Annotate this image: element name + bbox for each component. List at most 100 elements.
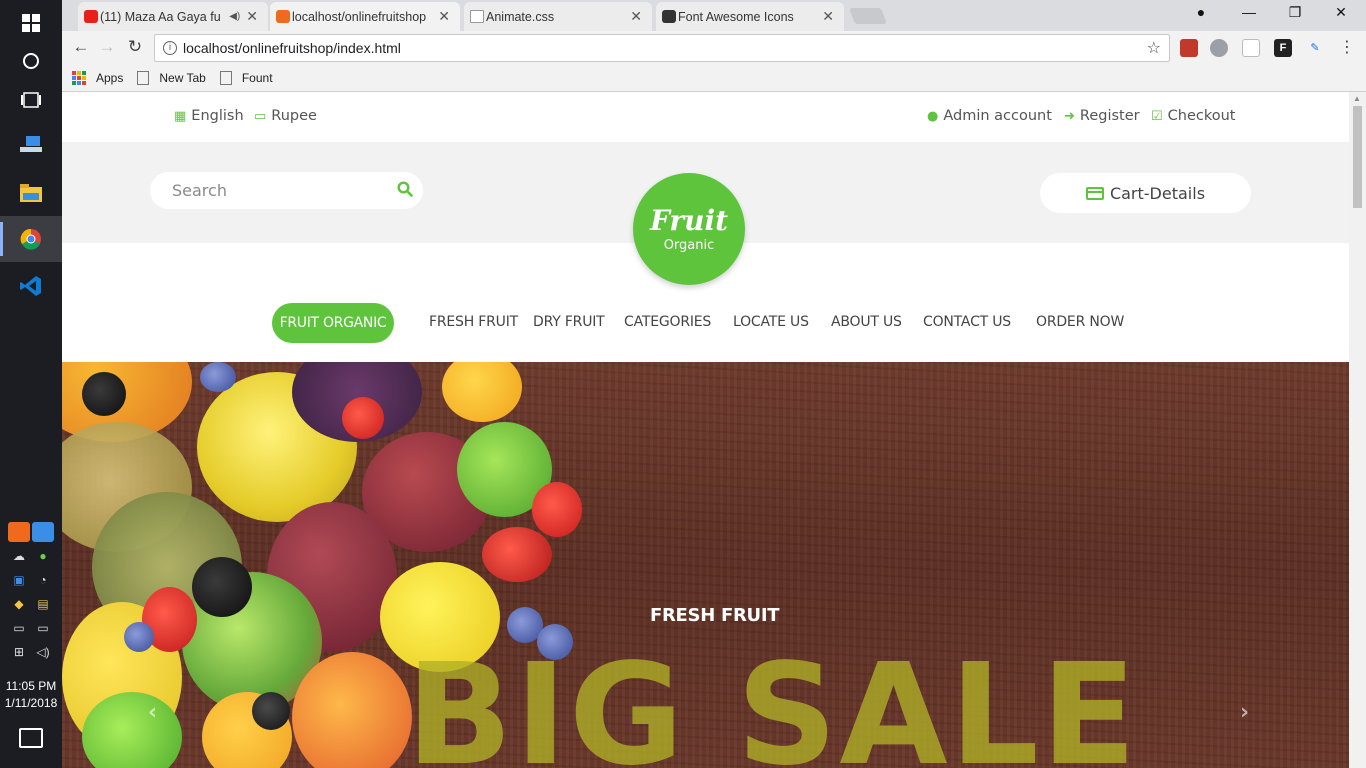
restore-button[interactable]: ❐ [1272,4,1318,21]
system-tray: ☁ ● ▣ ◔ ◆ ▤ ▭ ▭ ⊞ ◁) [8,522,56,662]
url-text: localhost/onlinefruitshop/index.html [183,40,401,56]
credit-card-icon [1085,186,1104,200]
bookmarks-bar: Apps New Tab Fount [62,64,1366,92]
folder-icon [20,184,42,202]
onedrive-icon[interactable]: ☁ [8,546,30,566]
language-icon: ▦ [174,108,187,124]
windows-taskbar: ☁ ● ▣ ◔ ◆ ▤ ▭ ▭ ⊞ ◁) 11:05 PM 1/11/2018 [0,0,62,768]
chrome-menu-icon[interactable]: ⋮ [1338,39,1356,57]
close-window-button[interactable]: ✕ [1318,4,1364,21]
address-bar[interactable]: i localhost/onlinefruitshop/index.html ☆ [154,34,1170,62]
app-tray-icon[interactable]: ● [32,546,54,566]
currency-label: Rupee [271,108,317,124]
webpage-content: ▦ English ▭ Rupee ● Admin account ➜ Regi… [62,92,1349,768]
close-tab-icon[interactable]: ✕ [624,8,642,25]
hero-title: BIG SALE [406,634,1139,768]
taskbar-app-chrome[interactable] [0,216,62,262]
back-button[interactable]: ← [70,37,92,57]
checkbox-icon: ☑ [1151,108,1163,124]
tools-tray-icon[interactable]: ▤ [32,594,54,614]
network-app-icon[interactable] [32,522,54,542]
bookmark-new-tab[interactable]: New Tab [137,70,206,85]
browser-tab-youtube[interactable]: (11) Maza Aa Gaya fu ◀) ✕ [78,2,268,31]
action-center-icon[interactable] [19,728,43,748]
tab-title: localhost/onlinefruitshop [292,9,427,24]
close-tab-icon[interactable]: ✕ [816,8,834,25]
site-info-icon[interactable]: i [163,41,177,55]
admin-account-link[interactable]: ● Admin account [927,108,1052,124]
tab-title: Animate.css [486,9,555,24]
forward-button[interactable]: → [96,37,118,57]
nav-item-dry-fruit[interactable]: DRY FRUIT [533,314,605,330]
monitor-tray-icon[interactable]: ▣ [8,570,30,590]
volume-icon[interactable]: ◁) [32,642,54,662]
bookmark-label: Apps [96,70,124,85]
bookmark-apps[interactable]: Apps [72,70,124,85]
profile-icon[interactable]: ● [1178,4,1224,20]
browser-tab-font-awesome[interactable]: Font Awesome Icons ✕ [656,2,844,31]
display-tray-icon[interactable]: ▭ [8,618,30,638]
battery-icon[interactable]: ▭ [32,618,54,638]
search-box [150,172,423,209]
currency-selector[interactable]: ▭ Rupee [254,108,317,124]
nav-item-fruit-organic[interactable]: FRUIT ORGANIC [272,303,394,343]
mouse-tray-icon[interactable]: ◔ [32,570,54,590]
close-tab-icon[interactable]: ✕ [240,8,258,25]
system-clock[interactable]: 11:05 PM 1/11/2018 [0,678,62,712]
tab-strip: (11) Maza Aa Gaya fu ◀) ✕ localhost/onli… [62,0,1366,31]
audio-playing-icon: ◀) [229,11,241,22]
site-logo[interactable]: Fruit Organic [633,173,745,285]
cart-details-button[interactable]: Cart-Details [1040,173,1251,213]
xampp-icon[interactable] [8,522,30,542]
logo-text-organic: Organic [663,237,715,253]
clock-date: 1/11/2018 [4,696,58,710]
admin-label: Admin account [943,108,1052,124]
search-icon[interactable] [397,181,413,197]
checkout-link[interactable]: ☑ Checkout [1151,108,1236,124]
bookmark-fount[interactable]: Fount [219,70,273,85]
apps-grid-icon [72,70,86,85]
scroll-up-arrow-icon[interactable]: ▲ [1353,94,1361,103]
clock-time: 11:05 PM [5,679,57,693]
money-icon: ▭ [254,108,267,124]
nav-item-order-now[interactable]: ORDER NOW [1036,314,1124,330]
nav-item-fresh-fruit[interactable]: FRESH FRUIT [429,314,518,330]
nav-item-categories[interactable]: CATEGORIES [624,314,711,330]
xampp-icon [276,10,290,23]
extension-fa-icon[interactable]: F [1274,39,1292,57]
nav-item-locate-us[interactable]: LOCATE US [733,314,809,330]
nav-item-about-us[interactable]: ABOUT US [831,314,902,330]
close-tab-icon[interactable]: ✕ [432,8,450,25]
language-selector[interactable]: ▦ English [174,108,244,124]
extension-react-icon[interactable] [1242,39,1260,57]
extension-stack-icon[interactable] [1210,39,1228,57]
register-link[interactable]: ➜ Register [1064,108,1140,124]
browser-tab-animate[interactable]: Animate.css ✕ [464,2,652,31]
chrome-icon [20,228,41,250]
task-view-button[interactable] [0,77,62,123]
site-top-bar: ▦ English ▭ Rupee ● Admin account ➜ Regi… [62,92,1349,142]
taskbar-app-vscode[interactable] [0,263,62,309]
taskbar-app-pc[interactable] [0,122,62,168]
browser-tab-fruitshop[interactable]: localhost/onlinefruitshop ✕ [270,2,460,31]
checkout-label: Checkout [1167,108,1236,124]
minimize-button[interactable]: — [1226,4,1272,20]
scrollbar-thumb[interactable] [1353,106,1362,208]
new-tab-button[interactable] [849,8,887,24]
bookmark-star-icon[interactable]: ☆ [1147,38,1161,58]
bookmark-label: Fount [241,70,273,85]
page-scrollbar[interactable]: ▲ [1349,92,1366,768]
security-tray-icon[interactable]: ◆ [8,594,30,614]
slider-next-arrow-icon[interactable]: › [1240,700,1249,725]
search-input[interactable] [172,181,382,200]
network-icon[interactable]: ⊞ [8,642,30,662]
bookmark-label: New Tab [159,70,206,85]
extension-eyedropper-icon[interactable]: ✎ [1306,39,1324,57]
reload-button[interactable]: ↻ [124,37,146,57]
slider-prev-arrow-icon[interactable]: ‹ [148,700,157,725]
extension-book-icon[interactable] [1180,39,1198,57]
sign-in-icon: ➜ [1064,108,1075,124]
page-icon [470,10,484,23]
nav-item-contact-us[interactable]: CONTACT US [923,314,1011,330]
taskbar-app-file-explorer[interactable] [0,170,62,216]
